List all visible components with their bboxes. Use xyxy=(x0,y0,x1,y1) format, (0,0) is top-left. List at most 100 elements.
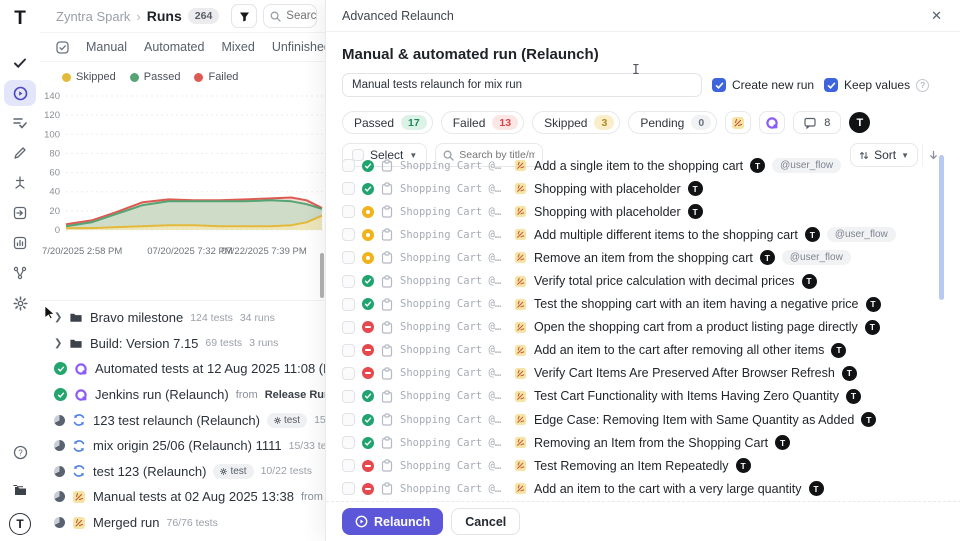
status-progress-icon xyxy=(54,466,65,477)
row-checkbox[interactable] xyxy=(342,367,355,380)
run-row[interactable]: ❯ 123 test relaunch (Relaunch) test 15/2… xyxy=(40,407,325,433)
filter-button[interactable] xyxy=(231,4,257,28)
test-row[interactable]: Shopping Cart @… Test Removing an Item R… xyxy=(326,454,960,477)
runs-search-input[interactable] xyxy=(286,10,317,22)
user-avatar[interactable]: T xyxy=(9,513,31,535)
run-title: test 123 (Relaunch) xyxy=(93,464,206,479)
test-row[interactable]: Shopping Cart @… Test Cart Functionality… xyxy=(326,385,960,408)
comment-icon xyxy=(804,117,816,129)
runs-tab[interactable]: Mixed xyxy=(221,40,254,54)
row-checkbox[interactable] xyxy=(342,436,355,449)
run-row[interactable]: ❯ Build: Version 7.15 69 tests 3 runs xyxy=(40,331,325,357)
run-title-input[interactable] xyxy=(342,73,702,97)
row-checkbox[interactable] xyxy=(342,159,355,172)
test-row[interactable]: Shopping Cart @… Open the shopping cart … xyxy=(326,316,960,339)
help-tooltip-icon[interactable]: ? xyxy=(916,79,929,92)
keep-values-checkbox[interactable]: Keep values ? xyxy=(824,78,929,92)
row-checkbox[interactable] xyxy=(342,182,355,195)
relaunch-sync-icon xyxy=(72,413,86,427)
svg-text:80: 80 xyxy=(49,148,60,159)
chevron-right-icon[interactable]: ❯ xyxy=(54,312,62,323)
run-row[interactable]: ❯ test 123 (Relaunch) test 10/22 tests xyxy=(40,459,325,485)
run-row[interactable]: ❯ Merged run 76/76 tests xyxy=(40,510,325,536)
breadcrumb-project[interactable]: Zyntra Spark xyxy=(56,9,130,24)
test-row[interactable]: Shopping Cart @… Add an item to the cart… xyxy=(326,477,960,500)
test-tag-pill[interactable]: @user_flow xyxy=(782,250,851,265)
chip-label: Skipped xyxy=(544,116,587,130)
status-filter-chip[interactable]: Passed 17 xyxy=(342,111,433,134)
test-tag-pill[interactable]: @user_flow xyxy=(772,158,841,173)
comments-filter-button[interactable]: 8 xyxy=(793,111,841,134)
runs-tab[interactable]: Automated xyxy=(144,40,204,54)
test-title: Add a single item to the shopping cart xyxy=(534,159,743,173)
runs-tab[interactable]: Unfinished xyxy=(272,40,331,54)
sidebar-item-integrations[interactable] xyxy=(4,260,36,286)
run-row[interactable]: ❯ mix origin 25/06 (Relaunch) 1111 15/33… xyxy=(40,433,325,459)
test-row[interactable]: Shopping Cart @… Shopping with placehold… xyxy=(326,200,960,223)
sidebar-item-compose[interactable] xyxy=(4,140,36,166)
row-checkbox[interactable] xyxy=(342,205,355,218)
sidebar-item-reports[interactable] xyxy=(4,230,36,256)
test-row[interactable]: Shopping Cart @… Test the shopping cart … xyxy=(326,293,960,316)
sidebar-item-cases[interactable] xyxy=(4,50,36,76)
test-row[interactable]: Shopping Cart @… Shopping with placehold… xyxy=(326,177,960,200)
manual-filter-button[interactable] xyxy=(725,111,751,134)
test-row[interactable]: Shopping Cart @… Add an item to the cart… xyxy=(326,339,960,362)
tests-scrollbar[interactable] xyxy=(939,155,944,300)
manual-run-icon xyxy=(513,228,527,242)
assignee-avatar[interactable]: T xyxy=(849,112,870,133)
row-checkbox[interactable] xyxy=(342,321,355,334)
row-checkbox[interactable] xyxy=(342,298,355,311)
projects-folder-icon xyxy=(12,483,28,497)
cancel-button[interactable]: Cancel xyxy=(451,508,520,535)
create-new-run-checkbox[interactable]: Create new run xyxy=(712,78,814,92)
row-checkbox[interactable] xyxy=(342,413,355,426)
chevron-right-icon[interactable]: ❯ xyxy=(54,338,62,349)
runs-tab[interactable]: Manual xyxy=(86,40,127,54)
run-meta-a: 10/22 tests xyxy=(261,465,312,477)
row-checkbox[interactable] xyxy=(342,275,355,288)
runs-search[interactable]: ✕ xyxy=(263,4,317,28)
row-checkbox[interactable] xyxy=(342,390,355,403)
run-row[interactable]: ❯ Bravo milestone 124 tests 34 runs xyxy=(40,305,325,331)
test-row[interactable]: Shopping Cart @… Verify Cart Items Are P… xyxy=(326,362,960,385)
chip-label: Failed xyxy=(453,116,486,130)
test-row[interactable]: Shopping Cart @… Removing an Item from t… xyxy=(326,431,960,454)
test-tag-pill[interactable]: @user_flow xyxy=(827,227,896,242)
left-panel-scrollbar[interactable] xyxy=(320,253,324,298)
sidebar-item-runs[interactable] xyxy=(4,80,36,106)
test-row[interactable]: Shopping Cart @… Edge Case: Removing Ite… xyxy=(326,408,960,431)
sidebar-bottom: ? T xyxy=(0,437,40,535)
status-filter-chip[interactable]: Failed 13 xyxy=(441,111,524,134)
manual-run-icon xyxy=(513,182,527,196)
app-logo[interactable]: T xyxy=(9,8,31,30)
manual-run-icon xyxy=(513,366,527,380)
close-icon[interactable]: ✕ xyxy=(931,8,942,24)
run-row[interactable]: ❯ Jenkins run (Relaunch) from Release Ru… xyxy=(40,382,325,408)
sidebar-item-plans[interactable] xyxy=(4,110,36,136)
row-checkbox[interactable] xyxy=(342,344,355,357)
sidebar-item-settings[interactable] xyxy=(4,290,36,316)
row-checkbox[interactable] xyxy=(342,482,355,495)
row-checkbox[interactable] xyxy=(342,251,355,264)
run-row[interactable]: ❯ Manual tests at 02 Aug 2025 13:38 from… xyxy=(40,484,325,510)
sidebar-item-milestones[interactable] xyxy=(4,170,36,196)
runs-count-badge: 264 xyxy=(188,8,220,24)
sidebar-item-import[interactable] xyxy=(4,200,36,226)
run-tag-pill[interactable]: test xyxy=(213,464,253,479)
row-checkbox[interactable] xyxy=(342,459,355,472)
relaunch-button[interactable]: Relaunch xyxy=(342,508,443,535)
row-checkbox[interactable] xyxy=(342,228,355,241)
test-row[interactable]: Shopping Cart @… Remove an item from the… xyxy=(326,246,960,269)
run-row[interactable]: ❯ Automated tests at 12 Aug 2025 11:08 (… xyxy=(40,356,325,382)
status-filter-chip[interactable]: Pending 0 xyxy=(628,111,717,134)
test-row[interactable]: Shopping Cart @… Add multiple different … xyxy=(326,223,960,246)
test-row[interactable]: Shopping Cart @… Verify total price calc… xyxy=(326,269,960,292)
projects-button[interactable] xyxy=(4,477,36,503)
select-all-icon[interactable] xyxy=(56,41,69,54)
automated-filter-button[interactable] xyxy=(759,111,785,134)
status-filter-chip[interactable]: Skipped 3 xyxy=(532,111,620,134)
test-row[interactable]: Shopping Cart @… Add a single item to th… xyxy=(326,154,960,177)
help-button[interactable]: ? xyxy=(4,439,36,465)
run-tag-pill[interactable]: test xyxy=(267,413,307,428)
